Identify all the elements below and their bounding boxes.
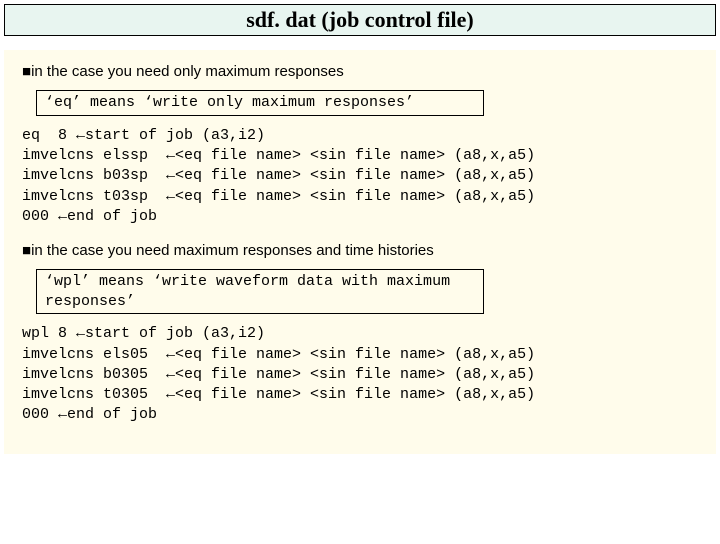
section1-heading-text: in the case you need only maximum respon…: [31, 63, 344, 80]
section1-note-box: ‘eq’ means ‘write only maximum responses…: [36, 90, 484, 116]
section2-note-box: ‘wpl’ means ‘write waveform data with ma…: [36, 269, 484, 314]
section2-note-text: ‘wpl’ means ‘write waveform data with ma…: [45, 273, 450, 310]
content-area: ■in the case you need only maximum respo…: [4, 50, 716, 454]
bullet-square-icon: ■: [22, 242, 31, 259]
bullet-square-icon: ■: [22, 63, 31, 80]
section1-heading: ■in the case you need only maximum respo…: [22, 62, 698, 82]
section2-code: wpl 8 ←start of job (a3,i2) imvelcns els…: [22, 324, 698, 425]
section2-heading-text: in the case you need maximum responses a…: [31, 242, 434, 259]
page-title: sdf. dat (job control file): [246, 7, 474, 32]
section1-code: eq 8 ←start of job (a3,i2) imvelcns elss…: [22, 126, 698, 227]
title-banner: sdf. dat (job control file): [4, 4, 716, 36]
section2-heading: ■in the case you need maximum responses …: [22, 241, 698, 261]
section1-note-text: ‘eq’ means ‘write only maximum responses…: [45, 94, 414, 111]
